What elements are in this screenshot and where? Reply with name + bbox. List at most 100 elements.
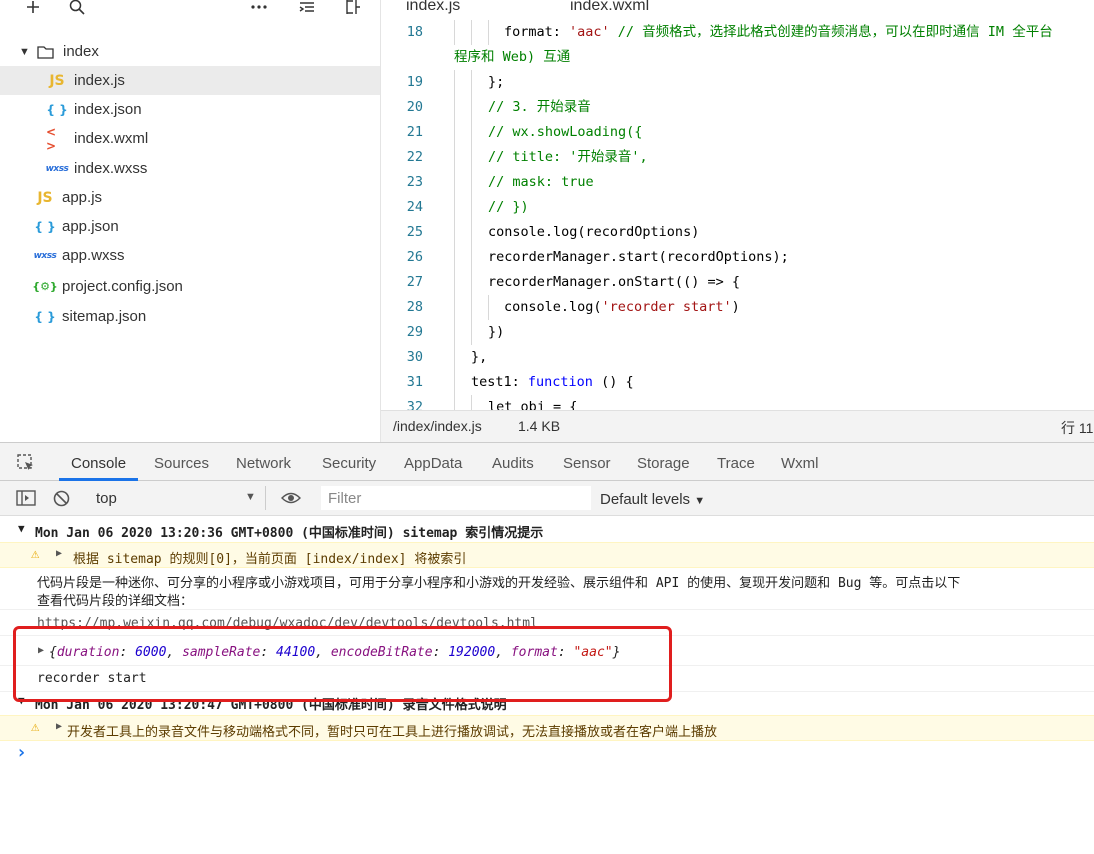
code-line[interactable]: 程序和 Web) 互通: [381, 45, 1094, 70]
tab-security[interactable]: Security: [322, 455, 376, 472]
code-line[interactable]: 28 console.log('recorder start'): [381, 295, 1094, 320]
code-line[interactable]: 30},: [381, 345, 1094, 370]
code-token: ): [731, 299, 740, 315]
eye-icon[interactable]: [281, 491, 301, 508]
log-levels-dropdown[interactable]: Default levels ▼: [600, 491, 705, 508]
indent-guide: [471, 170, 472, 195]
code-line[interactable]: 27 recorderManager.onStart(() => {: [381, 270, 1094, 295]
code-line[interactable]: 19};: [381, 70, 1094, 95]
code-line[interactable]: 25 console.log(recordOptions): [381, 220, 1094, 245]
context-select[interactable]: top ▼: [88, 486, 266, 510]
code-text: // wx.showLoading({: [488, 120, 642, 145]
search-icon[interactable]: [66, 0, 88, 18]
code-token: function: [527, 374, 593, 390]
tree-item-index-wxml[interactable]: < > index.wxml: [0, 124, 380, 153]
code-line[interactable]: 22 // title: '开始录音',: [381, 145, 1094, 170]
collapse-all-icon[interactable]: [296, 0, 318, 18]
console-log-row: 查看代码片段的详细文档：: [0, 590, 1094, 610]
log-text: 查看代码片段的详细文档：: [37, 594, 194, 609]
tab-sources[interactable]: Sources: [154, 455, 209, 472]
code-text: // title: '开始录音',: [488, 145, 648, 170]
tree-item-sitemap-json[interactable]: { } sitemap.json: [0, 302, 380, 331]
sidebar-toggle-icon[interactable]: [16, 490, 36, 509]
code-token: console.log(recordOptions): [488, 224, 700, 240]
tab-sensor[interactable]: Sensor: [563, 455, 611, 472]
tree-item-index-json[interactable]: { } index.json: [0, 95, 380, 124]
console-warning-row[interactable]: ⚠ ▶ 根据 sitemap 的规则[0]，当前页面 [index/index]…: [0, 542, 1094, 568]
code-line[interactable]: 24 // }): [381, 195, 1094, 220]
code-line[interactable]: 21 // wx.showLoading({: [381, 120, 1094, 145]
line-number: 29: [406, 324, 423, 340]
code-token: // 音频格式，选择此格式创建的音频消息，可以在即时通信 IM 全平台: [609, 24, 1053, 40]
tab-wxml[interactable]: Wxml: [781, 455, 819, 472]
explorer-toolbar: [0, 0, 381, 22]
tree-item-index-wxss[interactable]: wxss index.wxss: [0, 154, 380, 183]
console-group-header[interactable]: ▼ Mon Jan 06 2020 13:20:36 GMT+0800 (中国标…: [0, 520, 1094, 542]
code-line[interactable]: 18 format: 'aac' // 音频格式，选择此格式创建的音频消息，可以在…: [381, 20, 1094, 45]
console-prompt[interactable]: ›: [0, 742, 1094, 764]
tree-item-label: sitemap.json: [62, 308, 147, 325]
cursor-position[interactable]: 行 11: [1061, 418, 1093, 438]
chevron-down-icon: ▼: [19, 45, 30, 58]
tree-folder-index[interactable]: ▼ index: [0, 37, 380, 66]
chevron-down-icon: ▼: [18, 522, 25, 535]
tree-item-label: project.config.json: [62, 278, 183, 295]
code-line[interactable]: 29}): [381, 320, 1094, 345]
code-line[interactable]: 26 recorderManager.start(recordOptions);: [381, 245, 1094, 270]
context-value: top: [96, 490, 117, 507]
tree-item-label: index.js: [74, 72, 125, 89]
code-line[interactable]: 32 let obj = {: [381, 395, 1094, 410]
json-file-icon: { }: [34, 309, 56, 324]
split-panel-icon[interactable]: [342, 0, 364, 18]
code-editor[interactable]: index.js index.wxml 18 format: 'aac' // 音…: [381, 0, 1094, 442]
tree-item-app-json[interactable]: { } app.json: [0, 212, 380, 241]
tab-console[interactable]: Console: [71, 455, 126, 472]
dropdown-arrow-icon: ▼: [694, 495, 706, 507]
code-text: recorderManager.onStart(() => {: [488, 270, 740, 295]
tab-storage[interactable]: Storage: [637, 455, 690, 472]
inspect-element-icon[interactable]: [17, 454, 35, 475]
tree-item-project-config[interactable]: {⚙} project.config.json: [0, 272, 380, 301]
code-token: // }): [488, 199, 529, 215]
code-text: },: [471, 345, 487, 370]
indent-guide: [471, 70, 472, 95]
tab-appdata[interactable]: AppData: [404, 455, 462, 472]
more-icon[interactable]: [248, 0, 270, 18]
code-line[interactable]: 31 test1: function () {: [381, 370, 1094, 395]
tree-item-app-wxss[interactable]: wxss app.wxss: [0, 241, 380, 270]
clear-console-icon[interactable]: [53, 490, 70, 510]
tab-trace[interactable]: Trace: [717, 455, 755, 472]
indent-guide: [471, 270, 472, 295]
code-line[interactable]: 23 // mask: true: [381, 170, 1094, 195]
indent-guide: [471, 395, 472, 410]
wxss-file-icon: wxss: [33, 250, 57, 261]
console-filter-input[interactable]: [321, 486, 591, 510]
indent-guide: [471, 245, 472, 270]
add-icon[interactable]: [22, 0, 44, 18]
tab-network[interactable]: Network: [236, 455, 291, 472]
code-token: // 3. 开始录音: [488, 99, 591, 115]
devtools-tabs: Console Sources Network Security AppData…: [0, 443, 1094, 481]
indent-guide: [454, 120, 455, 145]
js-file-icon: JS: [49, 72, 65, 89]
indent-guide: [454, 370, 455, 395]
tab-index-wxml[interactable]: index.wxml: [570, 0, 649, 19]
indent-guide: [471, 220, 472, 245]
code-line[interactable]: 20 // 3. 开始录音: [381, 95, 1094, 120]
tree-item-label: index.wxml: [74, 130, 149, 147]
tree-item-app-js[interactable]: JS app.js: [0, 183, 380, 212]
indent-guide: [454, 345, 455, 370]
file-path: /index/index.js: [393, 418, 482, 434]
tree-item-index-js[interactable]: JS index.js: [0, 66, 380, 95]
tab-audits[interactable]: Audits: [492, 455, 534, 472]
indent-guide: [488, 20, 489, 45]
indent-guide: [454, 20, 455, 45]
indent-guide: [454, 70, 455, 95]
tree-item-label: index.json: [74, 101, 142, 118]
indent-guide: [471, 20, 472, 45]
tab-index-js[interactable]: index.js: [406, 0, 460, 19]
console-warning-row[interactable]: ⚠ ▶ 开发者工具上的录音文件与移动端格式不同，暂时只可在工具上进行播放调试，无…: [0, 715, 1094, 741]
code-text: let obj = {: [488, 395, 577, 410]
line-number: 21: [406, 124, 423, 140]
code-area[interactable]: 18 format: 'aac' // 音频格式，选择此格式创建的音频消息，可以在…: [381, 20, 1094, 410]
